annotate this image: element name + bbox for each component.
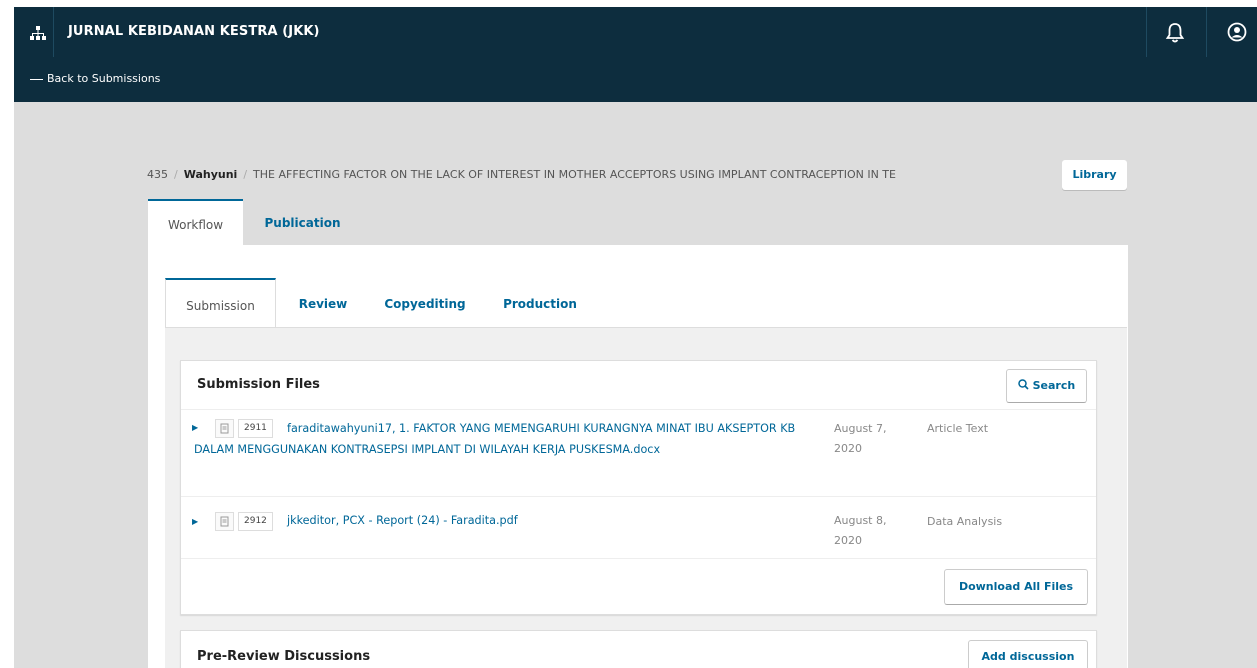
back-to-submissions-link[interactable]: Back to Submissions: [30, 72, 160, 85]
tab-review[interactable]: Review: [283, 278, 363, 327]
header-divider: [1146, 7, 1147, 57]
header-divider: [1206, 7, 1207, 57]
bell-icon[interactable]: [1165, 22, 1185, 44]
file-type: Data Analysis: [927, 515, 1003, 528]
download-all-files-button[interactable]: Download All Files: [944, 569, 1088, 605]
file-row: ▶ 2911 faraditawahyuni17, 1. FAKTOR YANG…: [181, 409, 1096, 496]
search-icon: [1018, 379, 1029, 390]
breadcrumb: 435 / Wahyuni / THE AFFECTING FACTOR ON THE …: [147, 168, 896, 181]
header-divider: [53, 7, 54, 57]
file-name-link[interactable]: faraditawahyuni17, 1. FAKTOR YANG MEMENG…: [194, 419, 804, 460]
tab-publication[interactable]: Publication: [250, 199, 355, 245]
submission-id: 435: [147, 168, 168, 181]
sitemap-icon[interactable]: [29, 24, 47, 42]
file-date: August 7, 2020: [834, 422, 887, 455]
add-discussion-button[interactable]: Add discussion: [968, 640, 1088, 668]
library-button[interactable]: Library: [1062, 160, 1127, 190]
submission-title: THE AFFECTING FACTOR ON THE LACK OF INTE…: [253, 168, 896, 181]
file-type: Article Text: [927, 422, 989, 435]
submission-author: Wahyuni: [183, 168, 238, 181]
tab-production[interactable]: Production: [490, 278, 590, 327]
user-profile-icon[interactable]: [1227, 22, 1247, 42]
pre-review-discussions-card: Pre-Review Discussions Add discussion: [180, 630, 1097, 668]
card-footer: Download All Files: [181, 558, 1096, 615]
search-button[interactable]: Search: [1006, 369, 1087, 403]
dash-icon: [30, 78, 43, 80]
file-name-link[interactable]: jkkeditor, PCX - Report (24) - Faradita.…: [194, 511, 804, 532]
discussions-title: Pre-Review Discussions: [197, 649, 371, 664]
tab-copyediting[interactable]: Copyediting: [370, 278, 480, 327]
top-header: JURNAL KEBIDANAN KESTRA (JKK) Back to Su…: [14, 7, 1257, 102]
breadcrumb-separator: /: [243, 168, 248, 181]
journal-title[interactable]: JURNAL KEBIDANAN KESTRA (JKK): [68, 24, 320, 39]
tab-workflow[interactable]: Workflow: [148, 199, 243, 245]
search-label: Search: [1032, 379, 1076, 392]
file-row: ▶ 2912 jkkeditor, PCX - Report (24) - Fa…: [181, 496, 1096, 558]
breadcrumb-separator: /: [174, 168, 178, 181]
submission-files-card: Submission Files Search ▶ 2911 faraditaw…: [180, 360, 1097, 615]
submission-files-title: Submission Files: [197, 377, 320, 392]
back-link-label: Back to Submissions: [47, 72, 161, 85]
tab-submission[interactable]: Submission: [165, 278, 276, 327]
file-date: August 8, 2020: [834, 514, 887, 547]
